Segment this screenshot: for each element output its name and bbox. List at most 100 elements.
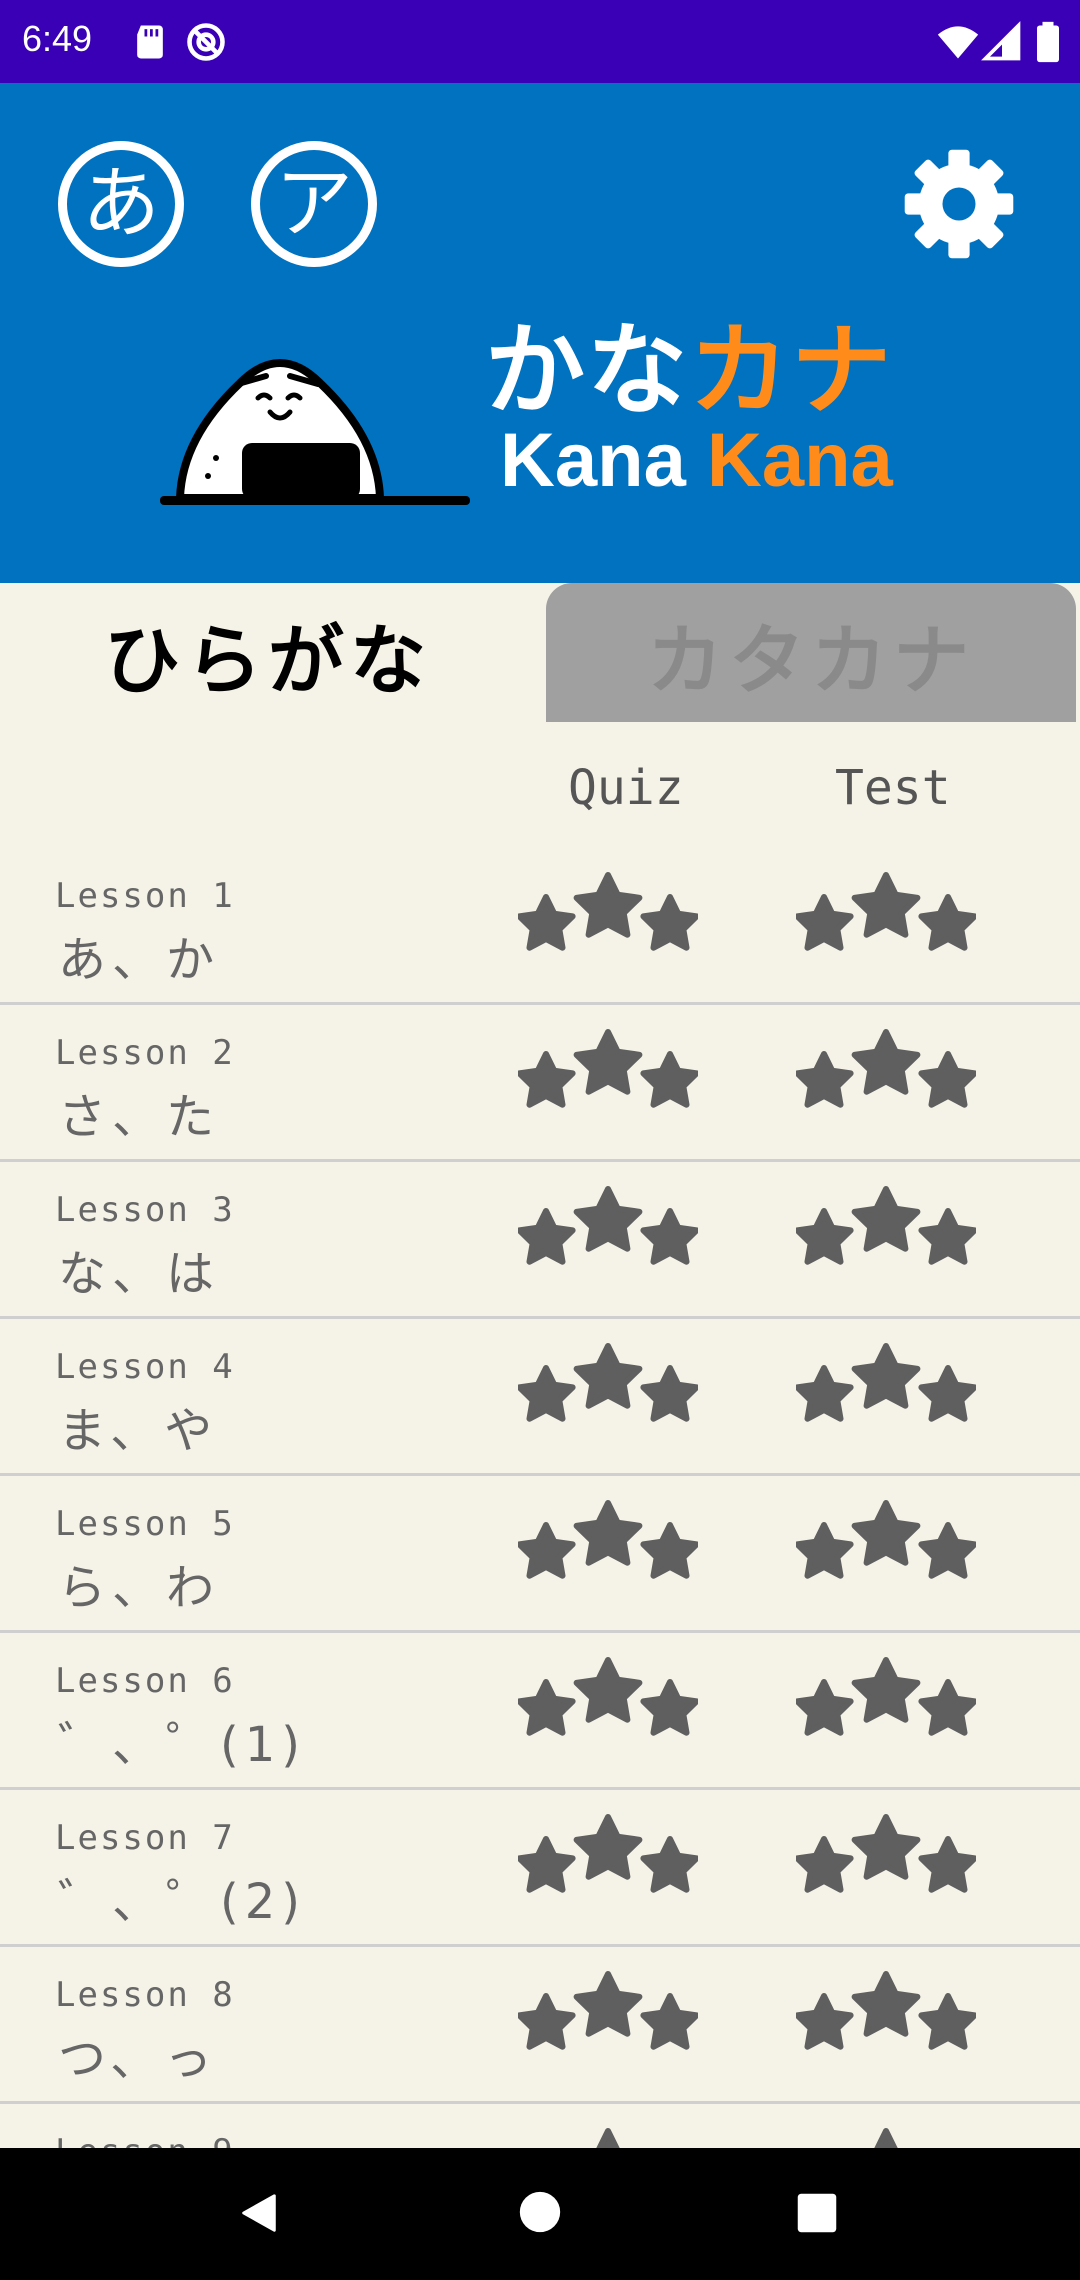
star-icon bbox=[873, 2128, 899, 2148]
star-icon bbox=[794, 1679, 854, 1736]
katakana-mode-button[interactable]: ア bbox=[251, 141, 377, 267]
tab-hiragana[interactable]: ひらがな bbox=[3, 583, 533, 725]
star-icon bbox=[794, 1836, 854, 1893]
test-rating bbox=[794, 1500, 978, 1579]
star-icon bbox=[794, 894, 854, 951]
logo-english: Kana Kana bbox=[500, 423, 893, 499]
star-icon bbox=[794, 1993, 854, 2050]
star-icon bbox=[573, 1186, 643, 1252]
star-icon bbox=[640, 1208, 700, 1265]
test-rating bbox=[873, 2128, 899, 2148]
star-icon bbox=[573, 1657, 643, 1723]
quiz-stars[interactable] bbox=[516, 1341, 700, 1431]
star-icon bbox=[640, 1993, 700, 2050]
test-stars[interactable] bbox=[794, 870, 978, 960]
star-icon bbox=[573, 1343, 643, 1409]
lesson-kana: さ、た bbox=[58, 1089, 221, 1145]
logo-en-white: Kana bbox=[500, 418, 686, 503]
star-icon bbox=[918, 1993, 978, 2050]
quiz-stars[interactable] bbox=[516, 1812, 700, 1902]
lesson-title: Lesson 4 bbox=[55, 1347, 235, 1387]
star-icon bbox=[573, 1500, 643, 1566]
quiz-stars[interactable] bbox=[516, 1498, 700, 1588]
lesson-row[interactable]: Lesson 9 bbox=[0, 2104, 1080, 2148]
star-icon bbox=[851, 872, 921, 938]
test-stars[interactable] bbox=[794, 1184, 978, 1274]
star-icon bbox=[918, 1208, 978, 1265]
quiz-column-header: Quiz bbox=[568, 760, 684, 816]
test-rating bbox=[794, 1186, 978, 1265]
star-icon bbox=[851, 1814, 921, 1880]
lesson-row[interactable]: Lesson 5 ら、わ bbox=[0, 1476, 1080, 1633]
lesson-kana: ゛、゜(1) bbox=[58, 1717, 306, 1773]
quiz-stars[interactable] bbox=[516, 870, 700, 960]
lesson-title: Lesson 7 bbox=[55, 1818, 235, 1858]
lesson-kana: ま、や bbox=[58, 1403, 219, 1459]
test-stars[interactable] bbox=[794, 1498, 978, 1588]
lesson-row[interactable]: Lesson 6 ゛、゜(1) bbox=[0, 1633, 1080, 1790]
star-icon bbox=[794, 1208, 854, 1265]
lesson-row[interactable]: Lesson 4 ま、や bbox=[0, 1319, 1080, 1476]
test-stars[interactable] bbox=[794, 1341, 978, 1431]
test-rating bbox=[794, 1814, 978, 1893]
lesson-row[interactable]: Lesson 3 な、は bbox=[0, 1162, 1080, 1319]
sync-icon bbox=[187, 23, 225, 61]
quiz-stars[interactable] bbox=[516, 1184, 700, 1274]
lesson-row[interactable]: Lesson 2 さ、た bbox=[0, 1005, 1080, 1162]
home-icon[interactable] bbox=[518, 2190, 562, 2234]
test-stars[interactable] bbox=[794, 1027, 978, 1117]
hiragana-mode-button[interactable]: あ bbox=[58, 141, 184, 267]
lesson-title: Lesson 3 bbox=[55, 1190, 235, 1230]
test-stars[interactable] bbox=[794, 1655, 978, 1745]
star-icon bbox=[573, 1029, 643, 1095]
logo-en-orange: Kana bbox=[706, 418, 893, 503]
star-icon bbox=[516, 1208, 576, 1265]
test-rating bbox=[794, 1029, 978, 1108]
lesson-row[interactable]: Lesson 8 つ、っ bbox=[0, 1947, 1080, 2104]
test-stars[interactable] bbox=[796, 2126, 976, 2148]
gear-icon[interactable] bbox=[900, 145, 1018, 263]
test-stars[interactable] bbox=[794, 1812, 978, 1902]
star-icon bbox=[918, 894, 978, 951]
star-icon bbox=[851, 1029, 921, 1095]
quiz-rating bbox=[516, 1971, 700, 2050]
battery-icon bbox=[1037, 21, 1059, 63]
star-icon bbox=[794, 1522, 854, 1579]
recents-icon[interactable] bbox=[796, 2192, 838, 2234]
status-time: 6:49 bbox=[22, 18, 93, 59]
quiz-stars[interactable] bbox=[518, 2126, 698, 2148]
quiz-stars[interactable] bbox=[516, 1027, 700, 1117]
lesson-kana: あ、か bbox=[58, 932, 221, 988]
logo-jp-katakana: カナ bbox=[689, 312, 893, 429]
star-icon bbox=[640, 1836, 700, 1893]
quiz-rating bbox=[516, 1657, 700, 1736]
star-icon bbox=[851, 1343, 921, 1409]
test-stars[interactable] bbox=[794, 1969, 978, 2059]
star-icon bbox=[640, 894, 700, 951]
lesson-kana: つ、っ bbox=[58, 2031, 219, 2087]
quiz-rating bbox=[516, 1029, 700, 1108]
star-icon bbox=[918, 1365, 978, 1422]
sd-card-icon bbox=[137, 25, 163, 59]
tab-katakana[interactable]: カタカナ bbox=[546, 583, 1076, 725]
quiz-stars[interactable] bbox=[516, 1655, 700, 1745]
back-icon[interactable] bbox=[236, 2190, 282, 2236]
lesson-row[interactable]: Lesson 1 あ、か bbox=[0, 848, 1080, 1005]
star-icon bbox=[918, 1051, 978, 1108]
star-icon bbox=[918, 1679, 978, 1736]
lesson-list: Quiz Test Lesson 1 あ、か Lesson 2 さ、た Less… bbox=[0, 722, 1080, 2148]
lesson-row[interactable]: Lesson 7 ゛、゜(2) bbox=[0, 1790, 1080, 1947]
quiz-rating bbox=[516, 872, 700, 951]
lesson-kana: ゛、゜(2) bbox=[58, 1874, 306, 1930]
quiz-stars[interactable] bbox=[516, 1969, 700, 2059]
star-icon bbox=[573, 1971, 643, 2037]
star-icon bbox=[640, 1522, 700, 1579]
star-icon bbox=[516, 1522, 576, 1579]
lesson-kana: ら、わ bbox=[58, 1560, 221, 1616]
lesson-title: Lesson 1 bbox=[55, 876, 235, 916]
onigiri-logo-icon bbox=[160, 359, 470, 505]
star-icon bbox=[640, 1365, 700, 1422]
wifi-icon bbox=[937, 26, 979, 59]
star-icon bbox=[640, 1679, 700, 1736]
lesson-title: Lesson 9 bbox=[55, 2132, 235, 2148]
